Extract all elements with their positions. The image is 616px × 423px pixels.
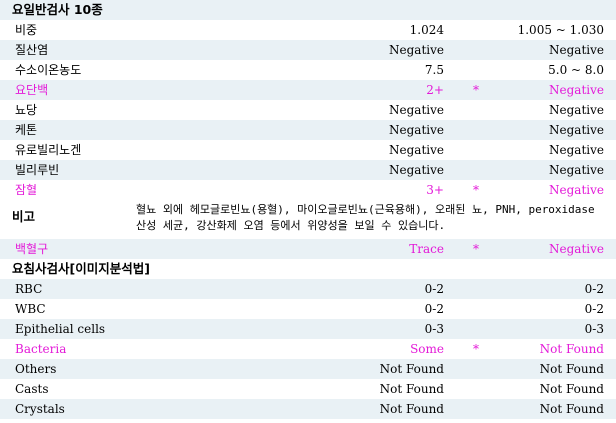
- test-name: 잠혈: [15, 183, 38, 197]
- reference-range: Not Found: [539, 402, 604, 416]
- abnormal-flag: *: [473, 83, 479, 97]
- urinalysis-results: 요일반검사 10종 비중 1.024 1.005 ~ 1.030 질산염 Negativ…: [0, 0, 616, 419]
- abnormal-flag: *: [473, 342, 479, 356]
- table-row: Others Not Found Not Found: [0, 359, 616, 379]
- abnormal-flag: *: [473, 242, 479, 256]
- section-header-sediment: 요침사검사[이미지분석법]: [0, 259, 616, 279]
- test-name: RBC: [15, 282, 43, 296]
- reference-range: 0-2: [584, 282, 604, 296]
- test-name: Crystals: [15, 402, 65, 416]
- table-row: Casts Not Found Not Found: [0, 379, 616, 399]
- table-row: 유로빌리노겐 Negative Negative: [0, 140, 616, 160]
- test-name: 수소이온농도: [15, 63, 82, 77]
- result-value: Trace: [409, 242, 444, 256]
- reference-range: 0-2: [584, 302, 604, 316]
- reference-range: Not Found: [539, 362, 604, 376]
- result-value: Negative: [389, 43, 444, 57]
- wbc-row-container: 백혈구 Trace * Negative: [0, 239, 616, 259]
- table-row: Epithelial cells 0-3 0-3: [0, 319, 616, 339]
- test-name: Epithelial cells: [15, 322, 106, 336]
- section2-rows: RBC 0-2 0-2 WBC 0-2 0-2 Epithelial cells 0-3 0-3…: [0, 279, 616, 419]
- reference-range: Negative: [549, 103, 604, 117]
- test-name: 빌리루빈: [15, 163, 60, 177]
- section1-rows: 비중 1.024 1.005 ~ 1.030 질산염 Negative Negative 수…: [0, 20, 616, 200]
- note-text: 혈뇨 외에 헤모글로빈뇨(용혈), 마이오글로빈뇨(근육용해), 오래된 뇨, …: [136, 203, 595, 232]
- test-name: Others: [15, 362, 57, 376]
- reference-range: Negative: [549, 183, 604, 197]
- table-row: 케톤 Negative Negative: [0, 120, 616, 140]
- section-title: 요일반검사 10종: [12, 2, 103, 17]
- reference-range: 0-3: [584, 322, 604, 336]
- table-row: 수소이온농도 7.5 5.0 ~ 8.0: [0, 60, 616, 80]
- test-name: 질산염: [15, 43, 49, 57]
- test-name: 요단백: [15, 83, 49, 97]
- result-value: 0-2: [424, 282, 444, 296]
- test-name: 백혈구: [15, 242, 49, 256]
- reference-range: Negative: [549, 143, 604, 157]
- test-name: WBC: [15, 302, 46, 316]
- table-row: 질산염 Negative Negative: [0, 40, 616, 60]
- reference-range: Negative: [549, 123, 604, 137]
- table-row: 잠혈 3+ * Negative: [0, 180, 616, 200]
- reference-range: Not Found: [539, 342, 604, 356]
- test-name: 유로빌리노겐: [15, 143, 82, 157]
- table-row: 빌리루빈 Negative Negative: [0, 160, 616, 180]
- reference-range: Negative: [549, 163, 604, 177]
- test-name: 케톤: [15, 123, 38, 137]
- section-header-urinalysis: 요일반검사 10종: [0, 0, 616, 20]
- result-value: Not Found: [379, 382, 444, 396]
- table-row: 백혈구 Trace * Negative: [0, 239, 616, 259]
- result-value: 2+: [426, 83, 444, 97]
- test-name: 뇨당: [15, 103, 38, 117]
- test-name: 비중: [15, 23, 38, 37]
- result-value: Some: [410, 342, 444, 356]
- abnormal-flag: *: [473, 183, 479, 197]
- reference-range: 1.005 ~ 1.030: [517, 23, 604, 37]
- result-value: Not Found: [379, 362, 444, 376]
- section-title: 요침사검사[이미지분석법]: [12, 261, 150, 276]
- result-value: 1.024: [409, 23, 444, 37]
- table-row: 요단백 2+ * Negative: [0, 80, 616, 100]
- reference-range: 5.0 ~ 8.0: [548, 63, 604, 77]
- result-value: Negative: [389, 103, 444, 117]
- note-block: 비고 혈뇨 외에 헤모글로빈뇨(용혈), 마이오글로빈뇨(근육용해), 오래된 …: [0, 200, 616, 239]
- result-value: 0-3: [424, 322, 444, 336]
- test-name: Bacteria: [15, 342, 67, 356]
- table-row: Crystals Not Found Not Found: [0, 399, 616, 419]
- reference-range: Negative: [549, 83, 604, 97]
- table-row: 비중 1.024 1.005 ~ 1.030: [0, 20, 616, 40]
- reference-range: Negative: [549, 242, 604, 256]
- reference-range: Not Found: [539, 382, 604, 396]
- result-value: 3+: [426, 183, 444, 197]
- note-label: 비고: [12, 209, 36, 224]
- result-value: Not Found: [379, 402, 444, 416]
- result-value: Negative: [389, 163, 444, 177]
- reference-range: Negative: [549, 43, 604, 57]
- table-row: Bacteria Some * Not Found: [0, 339, 616, 359]
- result-value: Negative: [389, 143, 444, 157]
- result-value: 7.5: [424, 63, 444, 77]
- table-row: WBC 0-2 0-2: [0, 299, 616, 319]
- table-row: 뇨당 Negative Negative: [0, 100, 616, 120]
- table-row: RBC 0-2 0-2: [0, 279, 616, 299]
- result-value: 0-2: [424, 302, 444, 316]
- result-value: Negative: [389, 123, 444, 137]
- test-name: Casts: [15, 382, 49, 396]
